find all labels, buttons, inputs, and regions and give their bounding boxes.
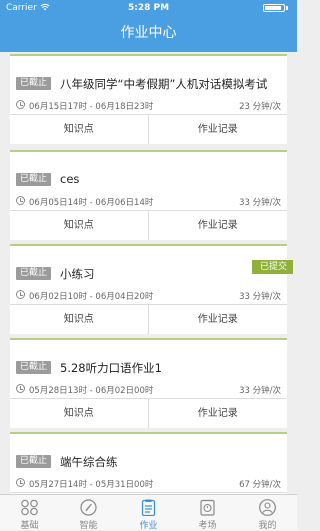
- homework-record-button[interactable]: 作业记录: [149, 115, 288, 144]
- homework-title[interactable]: 小练习: [60, 266, 95, 282]
- card-actions: 知识点作业记录: [10, 114, 287, 144]
- duration: 33 分钟/次: [239, 292, 281, 302]
- tab-profile[interactable]: 我的: [238, 495, 297, 531]
- tab-label: 智能: [79, 521, 98, 531]
- card-meta: 06月02日10时 - 06月04日20时 33 分钟/次: [16, 290, 281, 302]
- card-meta: 06月15日17时 - 06月18日23时 23 分钟/次: [16, 100, 281, 112]
- clock-icon: [16, 290, 25, 299]
- card-title-row: 已截止 八年级同学“中考假期”人机对话模拟考试: [16, 76, 281, 92]
- exam-icon: [200, 499, 215, 516]
- clock-icon: [16, 384, 25, 393]
- homework-card[interactable]: 已截止 5.28听力口语作业1 05月28日13时 - 06月02日00时 33 分钟…: [10, 338, 287, 428]
- homework-card[interactable]: 已截止 ces 06月05日14时 - 06月06日14时 33 分钟/次知识点 作业记…: [10, 150, 287, 240]
- app-header: Carrier 5:28 PM 作业中心: [0, 0, 297, 52]
- card-meta: 05月28日13时 - 06月02日00时 33 分钟/次: [16, 384, 281, 396]
- homework-card[interactable]: 已截止端午综合练05月27日14时 - 05月31日00时67 分钟/次知识点作…: [10, 432, 287, 522]
- knowledge-points-button[interactable]: 知识点: [10, 115, 149, 144]
- user-icon: [259, 499, 276, 516]
- deadline-badge: 已截止: [16, 455, 52, 468]
- clock-icon: [16, 478, 25, 487]
- tab-label: 考场: [198, 521, 217, 531]
- submitted-badge: 已提交: [251, 260, 293, 274]
- tab-smart[interactable]: 智能: [59, 495, 118, 531]
- tab-homework[interactable]: 作业: [119, 495, 178, 531]
- battery-icon: [263, 4, 291, 13]
- status-bar: Carrier 5:28 PM: [0, 0, 297, 16]
- tab-label: 我的: [258, 521, 277, 531]
- grid-icon: [21, 499, 38, 516]
- homework-record-button[interactable]: 作业记录: [149, 399, 288, 428]
- date-range: 06月02日10时 - 06月04日20时: [29, 292, 154, 302]
- knowledge-points-button[interactable]: 知识点: [10, 305, 149, 334]
- deadline-badge: 已截止: [16, 173, 52, 186]
- card-meta: 06月05日14时 - 06月06日14时 33 分钟/次: [16, 196, 281, 208]
- homework-title[interactable]: 八年级同学“中考假期”人机对话模拟考试: [60, 76, 267, 92]
- card-title-row: 已截止 端午综合练: [16, 454, 281, 470]
- knowledge-points-button[interactable]: 知识点: [10, 211, 149, 240]
- homework-card[interactable]: 已截止 小练习 已提交 06月02日10时 - 06月04日20时 33 分钟/次 知识点…: [10, 244, 293, 334]
- tab-exam[interactable]: 考场: [178, 495, 237, 531]
- card-title-row: 已截止 小练习: [16, 266, 281, 282]
- duration: 23 分钟/次: [239, 102, 281, 112]
- clipboard-icon: [141, 499, 156, 516]
- card-title-row: 已截止 5.28听力口语作业1: [16, 360, 281, 376]
- status-time: 5:28 PM: [127, 3, 170, 13]
- duration: 33 分钟/次: [239, 198, 281, 208]
- card-actions: 知识点作业记录: [10, 304, 287, 334]
- date-range: 05月27日14时 - 05月31日00时: [29, 480, 154, 490]
- compass-icon: [80, 499, 97, 516]
- card-title-row: 已截止 ces: [16, 172, 281, 188]
- card-actions: 知识点作业记录: [10, 398, 287, 428]
- deadline-badge: 已截止: [16, 77, 52, 90]
- homework-record-button[interactable]: 作业记录: [149, 305, 288, 334]
- tab-label: 基础: [20, 521, 39, 531]
- tab-bar: 基础 智能 作业 考场 我的: [0, 494, 297, 531]
- knowledge-points-button[interactable]: 知识点: [10, 399, 149, 428]
- homework-card[interactable]: 已截止 八年级同学“中考假期”人机对话模拟考试 06月15日17时 - 06月18日…: [10, 54, 287, 144]
- date-range: 06月05日14时 - 06月06日14时: [29, 198, 154, 208]
- homework-record-button[interactable]: 作业记录: [149, 211, 288, 240]
- homework-title[interactable]: ces: [60, 172, 79, 186]
- card-meta: 05月27日14时 - 05月31日00时 67 分钟/次: [16, 478, 281, 490]
- clock-icon: [16, 100, 25, 109]
- card-actions: 知识点作业记录: [10, 210, 287, 240]
- tab-label: 作业: [139, 521, 158, 531]
- duration: 67 分钟/次: [239, 480, 281, 490]
- date-range: 06月15日17时 - 06月18日23时: [29, 102, 154, 112]
- deadline-badge: 已截止: [16, 361, 52, 374]
- date-range: 05月28日13时 - 06月02日00时: [29, 386, 154, 396]
- homework-title[interactable]: 端午综合练: [60, 454, 118, 470]
- tab-basics[interactable]: 基础: [0, 495, 59, 531]
- page-title: 作业中心: [120, 25, 177, 41]
- homework-title[interactable]: 5.28听力口语作业1: [60, 360, 162, 376]
- duration: 33 分钟/次: [239, 386, 281, 396]
- clock-icon: [16, 196, 25, 205]
- deadline-badge: 已截止: [16, 267, 52, 280]
